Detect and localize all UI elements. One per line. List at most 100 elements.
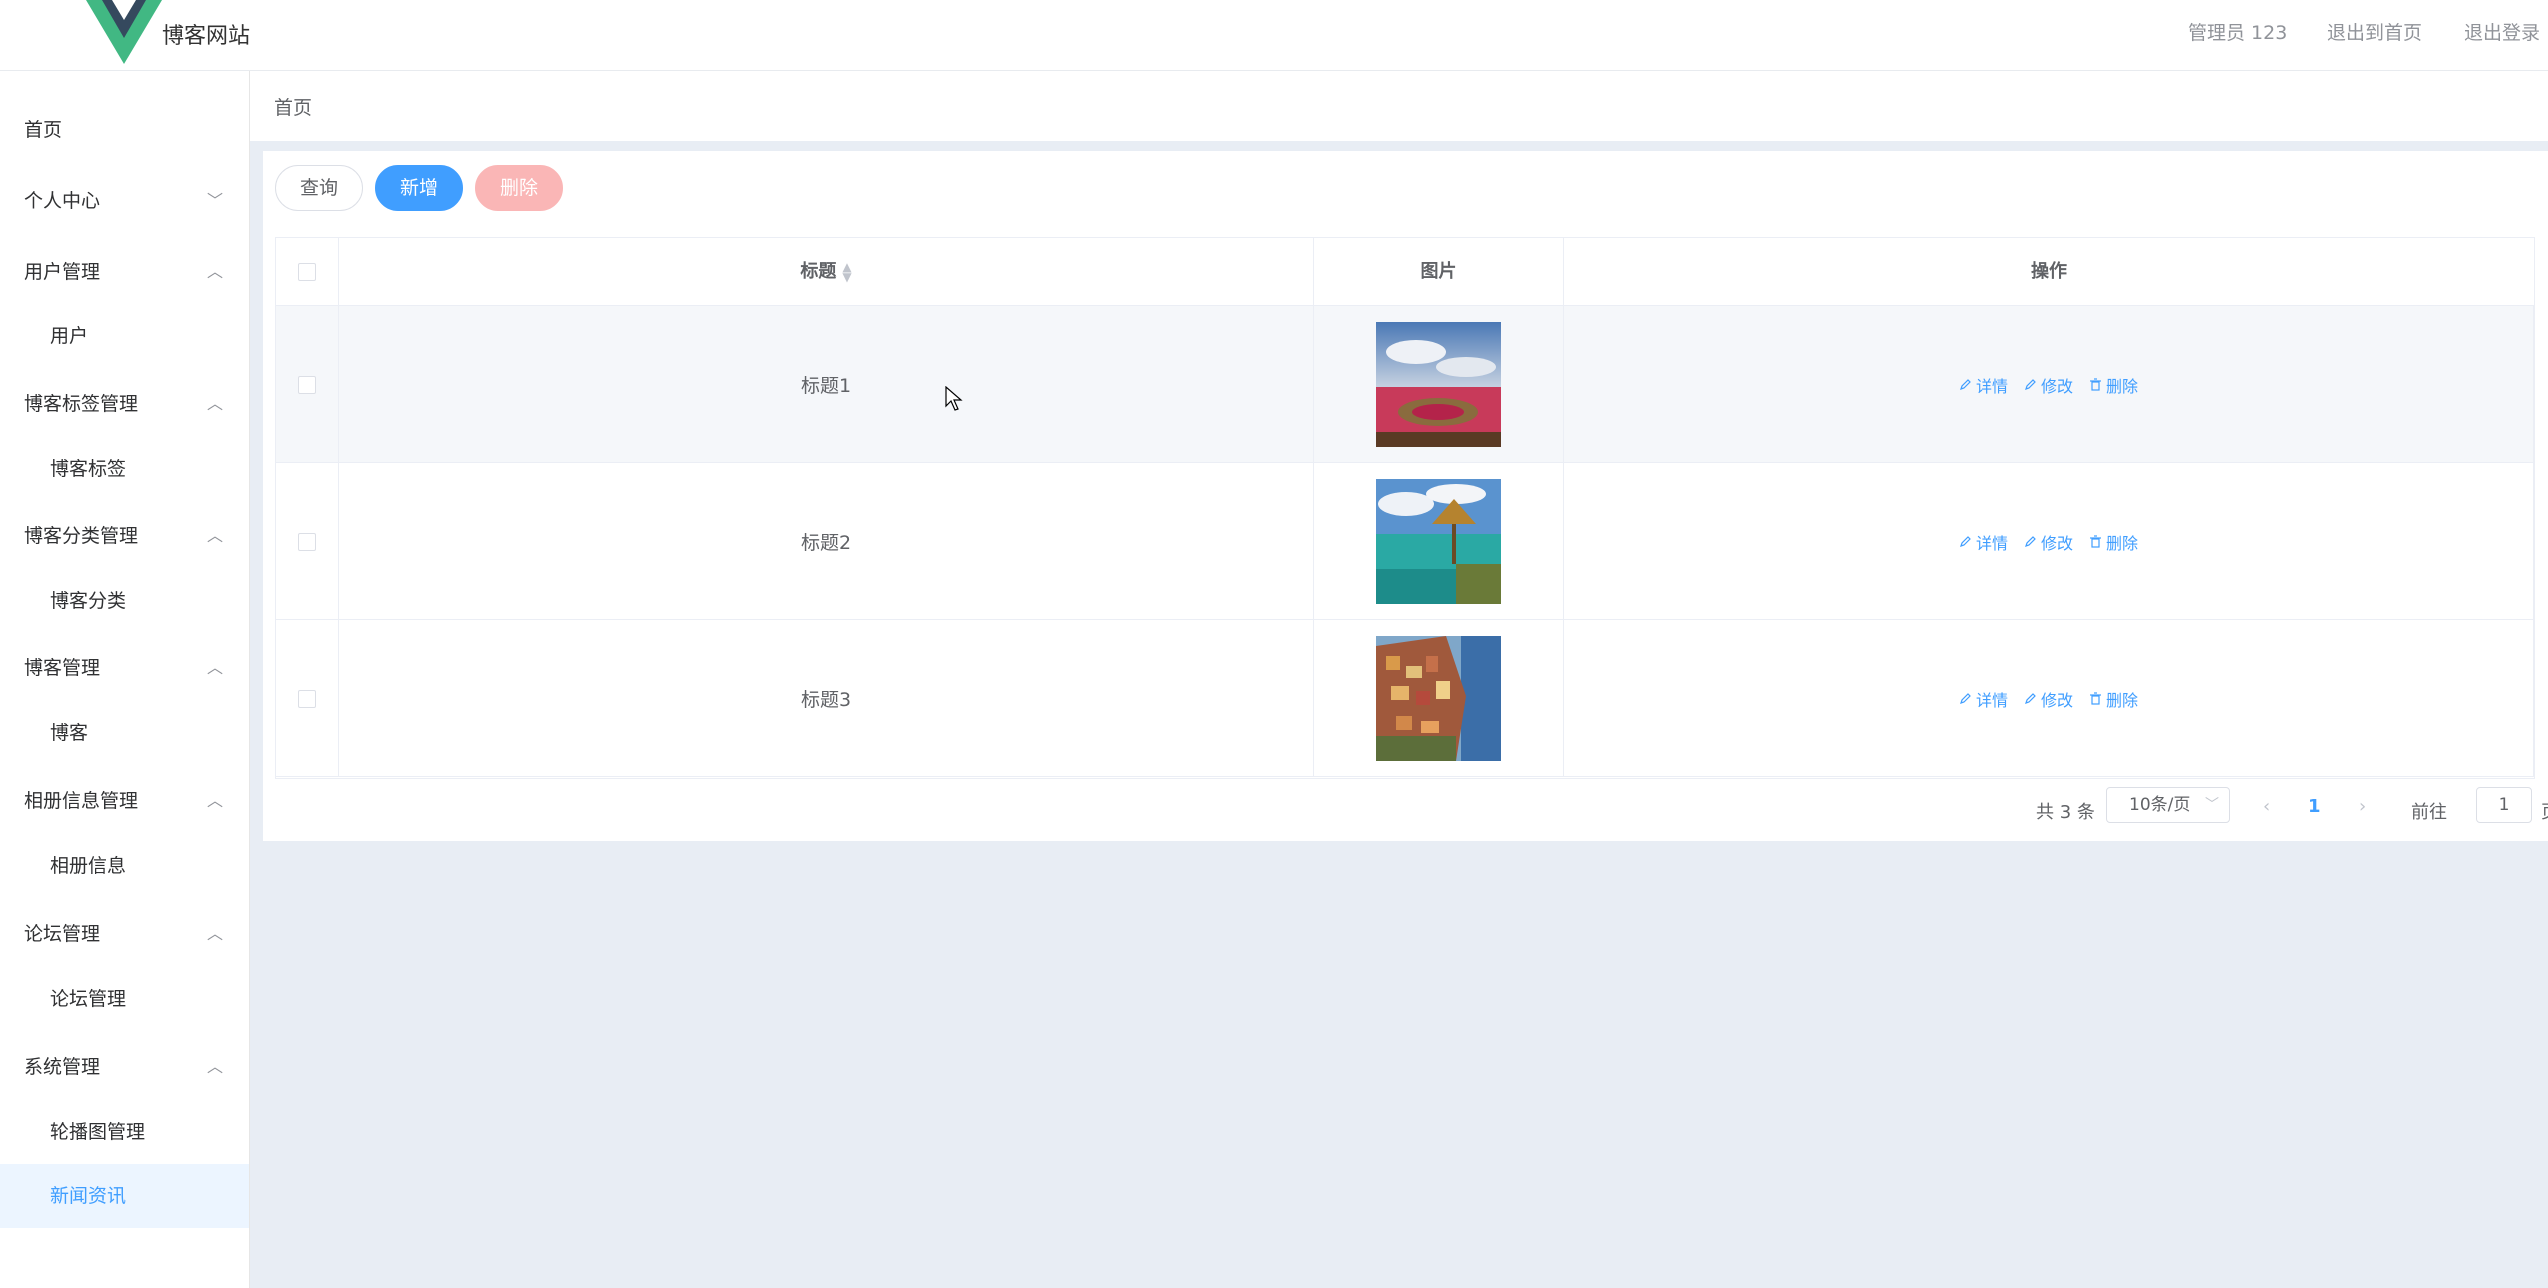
site-title: 博客网站 [162,24,251,49]
sidebar-item-album[interactable]: 相册信息 [0,834,249,898]
row-delete-link[interactable]: 删除 [2089,687,2138,711]
sidebar-item-forum[interactable]: 论坛管理 [0,967,249,1031]
detail-link[interactable]: 详情 [1959,687,2008,711]
detail-label: 详情 [1975,690,2008,710]
edit-link[interactable]: 修改 [2024,530,2073,554]
sidebar-group-label: 博客标签管理 [24,393,139,415]
row-image[interactable] [1376,322,1501,447]
breadcrumb[interactable]: 首页 [274,93,312,120]
sidebar-group-label: 博客管理 [24,657,101,679]
sort-icon[interactable]: ▲ ▼ [842,261,851,283]
edit-link[interactable]: 修改 [2024,373,2073,397]
pagination-total: 共 3 条 [2036,802,2095,823]
sidebar-item-home[interactable]: 首页 [0,97,249,163]
row-image-cell [1314,463,1564,620]
goto-page-input[interactable] [2476,787,2532,823]
table-row[interactable]: 标题2 详情 修改 删除 [276,463,2534,620]
edit-icon [2025,693,2036,704]
column-header-image: 图片 [1314,238,1564,306]
edit-icon [2025,379,2036,390]
sidebar-group-blog-category[interactable]: 博客分类管理 ︿ [0,503,249,569]
row-image-cell [1314,620,1564,777]
page-number-current[interactable]: 1 [2308,796,2321,817]
mouse-cursor-icon [945,386,963,411]
sidebar-group-blog-tag[interactable]: 博客标签管理 ︿ [0,371,249,437]
trash-icon [2090,378,2101,391]
sidebar-item-blog[interactable]: 博客 [0,701,249,765]
sidebar-item-news[interactable]: 新闻资讯 [0,1164,249,1228]
row-checkbox[interactable] [298,375,316,394]
column-header-title[interactable]: 标题 ▲ ▼ [339,238,1314,306]
detail-link[interactable]: 详情 [1959,530,2008,554]
chevron-up-icon: ︿ [206,791,223,810]
delete-button[interactable]: 删除 [475,165,563,211]
chevron-up-icon: ︿ [206,1057,223,1076]
row-image-cell [1314,306,1564,463]
detail-label: 详情 [1975,533,2008,553]
vue-logo [86,0,162,64]
back-home-link[interactable]: 退出到首页 [2327,18,2422,45]
row-title: 标题2 [339,463,1314,620]
trash-icon [2090,535,2101,548]
edit-icon [2025,536,2036,547]
row-checkbox[interactable] [298,689,316,708]
edit-label: 修改 [2040,376,2073,396]
sidebar-item-personal-center[interactable]: 个人中心 ﹀ [0,168,249,234]
breadcrumb-bar: 首页 [250,71,2548,141]
sidebar-group-label: 博客分类管理 [24,525,139,547]
detail-link[interactable]: 详情 [1959,373,2008,397]
row-delete-link[interactable]: 删除 [2089,373,2138,397]
add-button[interactable]: 新增 [375,165,463,211]
chevron-down-icon: ﹀ [206,191,223,210]
logout-link[interactable]: 退出登录 [2464,18,2540,45]
column-header-label: 标题 [800,261,837,282]
chevron-up-icon: ︿ [206,394,223,413]
sidebar-item-blog-category[interactable]: 博客分类 [0,569,249,633]
row-delete-link[interactable]: 删除 [2089,530,2138,554]
sidebar-item-label: 个人中心 [24,190,101,212]
sidebar-item-user[interactable]: 用户 [0,304,249,368]
edit-label: 修改 [2040,690,2073,710]
sidebar-group-label: 用户管理 [24,261,101,283]
row-select-cell [276,463,339,620]
delete-label: 删除 [2106,690,2139,710]
delete-label: 删除 [2106,533,2139,553]
edit-icon [1960,536,1971,547]
page-suffix: 页 [2541,798,2548,824]
sidebar-group-blog[interactable]: 博客管理 ︿ [0,635,249,701]
top-header: 博客网站 管理员 123 退出到首页 退出登录 [0,0,2548,71]
table-row[interactable]: 标题3 详情 修改 删除 [276,620,2534,777]
header-select-all [276,238,339,306]
content-panel: 查询 新增 删除 标题 ▲ ▼ 图片 操作 标题1 详情 修改 删除 标题2 详… [263,151,2548,841]
sidebar-item-carousel[interactable]: 轮播图管理 [0,1100,249,1164]
row-checkbox[interactable] [298,532,316,551]
select-all-checkbox[interactable] [298,263,316,281]
goto-label: 前往 [2411,802,2447,823]
page-size-select[interactable]: 10条/页 ﹀ [2106,787,2230,823]
prev-page-button[interactable]: ‹ [2263,796,2270,817]
sidebar-group-label: 系统管理 [24,1056,101,1078]
edit-label: 修改 [2040,533,2073,553]
sidebar-group-system[interactable]: 系统管理 ︿ [0,1034,249,1100]
next-page-button[interactable]: › [2359,796,2366,817]
row-title: 标题3 [339,620,1314,777]
row-image[interactable] [1376,636,1501,761]
column-header-actions: 操作 [2031,261,2067,282]
table-row[interactable]: 标题1 详情 修改 删除 [276,306,2534,463]
row-image[interactable] [1376,479,1501,604]
detail-label: 详情 [1975,376,2008,396]
sidebar-group-label: 论坛管理 [24,923,101,945]
edit-link[interactable]: 修改 [2024,687,2073,711]
chevron-up-icon: ︿ [206,526,223,545]
row-select-cell [276,620,339,777]
sidebar-group-user[interactable]: 用户管理 ︿ [0,239,249,305]
row-title: 标题1 [339,306,1314,463]
chevron-up-icon: ︿ [206,658,223,677]
sidebar-item-blog-tag[interactable]: 博客标签 [0,437,249,501]
sidebar-group-album[interactable]: 相册信息管理 ︿ [0,768,249,834]
data-table: 标题 ▲ ▼ 图片 操作 标题1 详情 修改 删除 标题2 详情 修改 删除 标… [275,237,2535,779]
sidebar-group-forum[interactable]: 论坛管理 ︿ [0,901,249,967]
sidebar: 首页 个人中心 ﹀ 用户管理 ︿ 用户 博客标签管理 ︿ 博客标签 博客分类管理… [0,71,250,1288]
query-button[interactable]: 查询 [275,165,363,211]
edit-icon [1960,379,1971,390]
